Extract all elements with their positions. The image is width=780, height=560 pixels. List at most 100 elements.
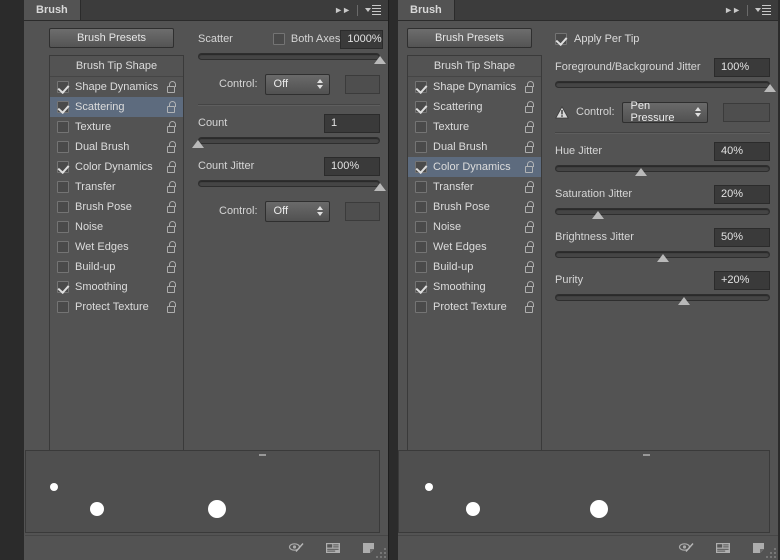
option-row-scattering[interactable]: Scattering <box>50 97 183 117</box>
option-checkbox[interactable] <box>415 181 427 193</box>
lock-icon[interactable] <box>166 161 177 173</box>
lock-icon[interactable] <box>166 141 177 153</box>
option-checkbox[interactable] <box>57 81 69 93</box>
option-row-smoothing[interactable]: Smoothing <box>50 277 183 297</box>
option-checkbox[interactable] <box>415 261 427 273</box>
hue-jitter-slider[interactable] <box>555 163 770 176</box>
option-checkbox[interactable] <box>57 181 69 193</box>
option-checkbox[interactable] <box>57 241 69 253</box>
brightness-jitter-slider[interactable] <box>555 249 770 262</box>
hue-jitter-slider-thumb[interactable] <box>635 168 647 176</box>
lock-icon[interactable] <box>524 161 535 173</box>
apply-per-tip-checkbox[interactable] <box>555 33 567 45</box>
fg-bg-control-secondary-value[interactable] <box>723 102 770 122</box>
option-checkbox[interactable] <box>57 121 69 133</box>
count-jitter-slider-thumb[interactable] <box>374 183 386 191</box>
scatter-value[interactable]: 1000% <box>340 29 383 49</box>
lock-icon[interactable] <box>166 121 177 133</box>
lock-icon[interactable] <box>524 181 535 193</box>
option-row-smoothing[interactable]: Smoothing <box>408 277 541 297</box>
toggle-brush-preview-icon-right[interactable] <box>678 540 696 556</box>
lock-icon[interactable] <box>524 301 535 313</box>
lock-icon[interactable] <box>524 141 535 153</box>
panel-menu-icon[interactable] <box>365 4 381 16</box>
lock-icon[interactable] <box>524 121 535 133</box>
count-value[interactable]: 1 <box>324 113 380 133</box>
lock-icon[interactable] <box>166 181 177 193</box>
lock-icon[interactable] <box>524 241 535 253</box>
option-row-scattering[interactable]: Scattering <box>408 97 541 117</box>
option-checkbox[interactable] <box>57 161 69 173</box>
scatter-control-select[interactable]: Off <box>264 73 330 95</box>
count-slider[interactable] <box>192 135 380 148</box>
scatter-control-secondary-value[interactable] <box>344 74 380 94</box>
option-row-texture[interactable]: Texture <box>50 117 183 137</box>
option-row-transfer[interactable]: Transfer <box>408 177 541 197</box>
option-row-brush-pose[interactable]: Brush Pose <box>408 197 541 217</box>
count-jitter-slider[interactable] <box>198 178 386 191</box>
lock-icon[interactable] <box>524 221 535 233</box>
both-axes-checkbox[interactable] <box>272 33 285 45</box>
lock-icon[interactable] <box>166 81 177 93</box>
option-checkbox[interactable] <box>415 301 427 313</box>
brightness-jitter-value[interactable]: 50% <box>714 227 770 247</box>
lock-icon[interactable] <box>524 281 535 293</box>
count-control-select[interactable]: Off <box>264 200 330 222</box>
option-checkbox[interactable] <box>415 121 427 133</box>
option-row-noise[interactable]: Noise <box>50 217 183 237</box>
double-chevron-right-icon[interactable]: ►► <box>334 5 351 15</box>
option-row-shape-dynamics[interactable]: Shape Dynamics <box>408 77 541 97</box>
brush-tip-shape-header[interactable]: Brush Tip Shape <box>50 56 183 77</box>
brush-panel-icon[interactable] <box>324 540 342 556</box>
option-row-transfer[interactable]: Transfer <box>50 177 183 197</box>
brush-panel-icon-right[interactable] <box>714 540 732 556</box>
option-checkbox[interactable] <box>415 81 427 93</box>
option-checkbox[interactable] <box>57 221 69 233</box>
option-row-build-up[interactable]: Build-up <box>408 257 541 277</box>
lock-icon[interactable] <box>166 221 177 233</box>
brush-tip-shape-header-right[interactable]: Brush Tip Shape <box>408 56 541 77</box>
purity-slider-thumb[interactable] <box>678 297 690 305</box>
saturation-jitter-slider[interactable] <box>555 206 770 219</box>
option-checkbox[interactable] <box>415 281 427 293</box>
scatter-slider-thumb[interactable] <box>374 56 386 64</box>
lock-icon[interactable] <box>166 201 177 213</box>
lock-icon[interactable] <box>524 101 535 113</box>
option-checkbox[interactable] <box>415 201 427 213</box>
option-row-protect-texture[interactable]: Protect Texture <box>408 297 541 317</box>
toggle-brush-preview-icon[interactable] <box>288 540 306 556</box>
lock-icon[interactable] <box>524 261 535 273</box>
double-chevron-right-icon-right[interactable]: ►► <box>724 5 741 15</box>
lock-icon[interactable] <box>166 101 177 113</box>
option-checkbox[interactable] <box>415 101 427 113</box>
fg-bg-jitter-slider-thumb[interactable] <box>764 84 776 92</box>
saturation-jitter-value[interactable]: 20% <box>714 184 770 204</box>
option-checkbox[interactable] <box>57 101 69 113</box>
hue-jitter-value[interactable]: 40% <box>714 141 770 161</box>
option-checkbox[interactable] <box>415 221 427 233</box>
count-control-secondary-value[interactable] <box>344 201 380 221</box>
option-checkbox[interactable] <box>57 281 69 293</box>
lock-icon[interactable] <box>166 301 177 313</box>
brush-presets-button-right[interactable]: Brush Presets <box>407 28 532 48</box>
purity-slider[interactable] <box>555 292 770 305</box>
brightness-jitter-slider-thumb[interactable] <box>656 254 669 262</box>
option-checkbox[interactable] <box>415 141 427 153</box>
fg-bg-control-select[interactable]: Pen Pressure <box>621 100 709 124</box>
option-checkbox[interactable] <box>415 161 427 173</box>
option-row-protect-texture[interactable]: Protect Texture <box>50 297 183 317</box>
option-row-wet-edges[interactable]: Wet Edges <box>50 237 183 257</box>
count-jitter-value[interactable]: 100% <box>324 156 380 176</box>
lock-icon[interactable] <box>524 201 535 213</box>
fg-bg-jitter-slider[interactable] <box>555 79 776 92</box>
option-row-color-dynamics[interactable]: Color Dynamics <box>50 157 183 177</box>
panel-menu-icon-right[interactable] <box>755 4 771 16</box>
option-row-color-dynamics[interactable]: Color Dynamics <box>408 157 541 177</box>
option-row-shape-dynamics[interactable]: Shape Dynamics <box>50 77 183 97</box>
option-checkbox[interactable] <box>415 241 427 253</box>
count-slider-thumb[interactable] <box>192 140 204 148</box>
fg-bg-jitter-value[interactable]: 100% <box>714 57 770 77</box>
purity-value[interactable]: +20% <box>714 270 770 290</box>
option-row-dual-brush[interactable]: Dual Brush <box>408 137 541 157</box>
option-row-brush-pose[interactable]: Brush Pose <box>50 197 183 217</box>
